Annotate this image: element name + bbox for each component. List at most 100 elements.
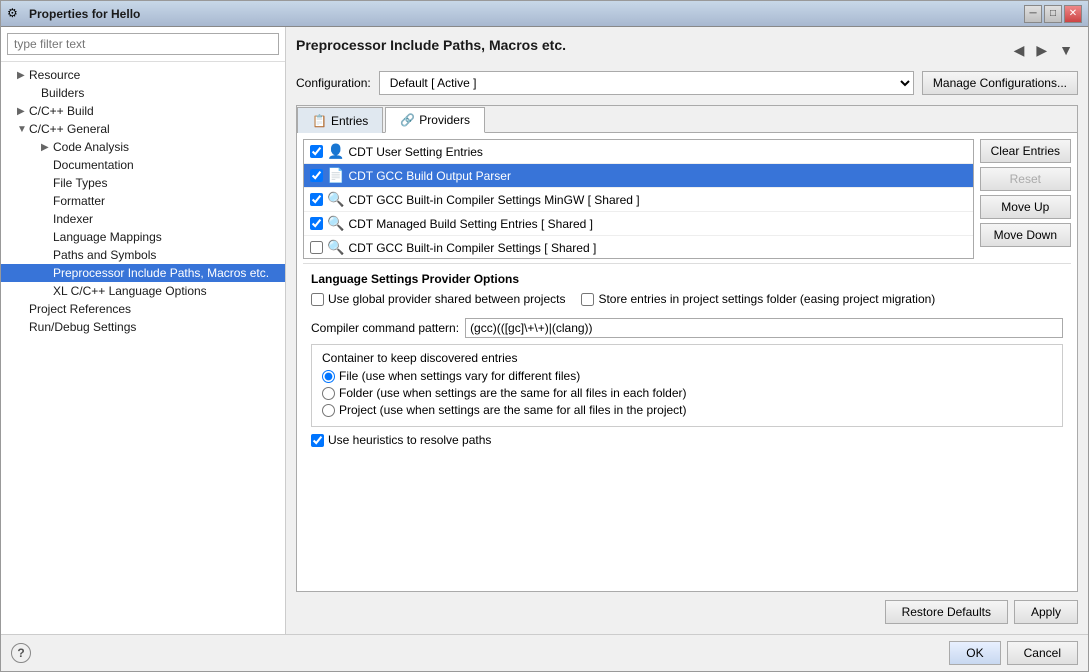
filter-input[interactable]	[7, 33, 279, 55]
move-up-button[interactable]: Move Up	[980, 195, 1071, 219]
config-select[interactable]: Default [ Active ]	[379, 71, 914, 95]
sidebar-item-file-types[interactable]: File Types	[1, 174, 285, 192]
heuristics-checkbox[interactable]	[311, 434, 324, 447]
sidebar-item-resource[interactable]: ▶ Resource	[1, 66, 285, 84]
sidebar-item-label: Project References	[29, 302, 131, 316]
sidebar-item-paths-symbols[interactable]: Paths and Symbols	[1, 246, 285, 264]
expand-arrow: ▶	[17, 70, 29, 81]
global-provider-row: Use global provider shared between proje…	[311, 292, 565, 306]
sidebar-item-label: Paths and Symbols	[53, 248, 156, 262]
radio-project[interactable]	[322, 404, 335, 417]
sidebar-item-run-debug[interactable]: Run/Debug Settings	[1, 318, 285, 336]
forward-button[interactable]: ▶	[1031, 39, 1052, 62]
provider-search-icon: 🔍	[327, 191, 344, 208]
sidebar-item-indexer[interactable]: Indexer	[1, 210, 285, 228]
tab-bar: 📋 Entries 🔗 Providers	[297, 106, 1077, 133]
sidebar-item-cpp-build[interactable]: ▶ C/C++ Build	[1, 102, 285, 120]
sidebar-item-label: Code Analysis	[53, 140, 129, 154]
provider-label: CDT GCC Built-in Compiler Settings [ Sha…	[348, 241, 596, 255]
tab-content: 👤 CDT User Setting Entries 📄 CDT GCC Bui…	[297, 133, 1077, 591]
provider-item-cdt-user[interactable]: 👤 CDT User Setting Entries	[304, 140, 973, 164]
expand-arrow: ▶	[17, 106, 29, 117]
window-title: Properties for Hello	[29, 7, 1024, 21]
sidebar-item-formatter[interactable]: Formatter	[1, 192, 285, 210]
radio-file-label: File (use when settings vary for differe…	[339, 369, 580, 383]
main-window: ⚙ Properties for Hello ─ □ ✕ ▶ Resource …	[0, 0, 1089, 672]
ok-button[interactable]: OK	[949, 641, 1000, 665]
sidebar-item-label: Formatter	[53, 194, 105, 208]
sidebar-item-project-references[interactable]: Project References	[1, 300, 285, 318]
provider-item-cdt-gcc-output[interactable]: 📄 CDT GCC Build Output Parser	[304, 164, 973, 188]
provider-checkbox[interactable]	[310, 193, 323, 206]
store-entries-label: Store entries in project settings folder…	[598, 292, 935, 306]
bottom-bar: ? OK Cancel	[1, 634, 1088, 671]
config-label: Configuration:	[296, 76, 371, 90]
provider-checkbox[interactable]	[310, 241, 323, 254]
radio-project-row: Project (use when settings are the same …	[322, 403, 1052, 417]
provider-label: CDT GCC Build Output Parser	[348, 169, 511, 183]
sidebar-item-label: Indexer	[53, 212, 93, 226]
bottom-left: ?	[11, 643, 31, 663]
options-area: Language Settings Provider Options Use g…	[303, 263, 1071, 459]
compiler-input[interactable]	[465, 318, 1063, 338]
sidebar-item-preprocessor[interactable]: Preprocessor Include Paths, Macros etc.	[1, 264, 285, 282]
providers-tab-icon: 🔗	[400, 113, 415, 127]
provider-checkbox[interactable]	[310, 145, 323, 158]
provider-checkbox[interactable]	[310, 169, 323, 182]
nav-dropdown-button[interactable]: ▼	[1054, 39, 1078, 61]
window-icon: ⚙	[7, 6, 23, 22]
sidebar-item-builders[interactable]: Builders	[1, 84, 285, 102]
help-button[interactable]: ?	[11, 643, 31, 663]
toolbar-icons: ◀ ▶ ▼	[1009, 39, 1078, 62]
sidebar-item-documentation[interactable]: Documentation	[1, 156, 285, 174]
expand-arrow: ▼	[17, 124, 29, 135]
radio-project-label: Project (use when settings are the same …	[339, 403, 687, 417]
radio-folder[interactable]	[322, 387, 335, 400]
sidebar-item-language-mappings[interactable]: Language Mappings	[1, 228, 285, 246]
sidebar-item-label: Language Mappings	[53, 230, 162, 244]
provider-item-cdt-managed[interactable]: 🔍 CDT Managed Build Setting Entries [ Sh…	[304, 212, 973, 236]
minimize-button[interactable]: ─	[1024, 5, 1042, 23]
close-button[interactable]: ✕	[1064, 5, 1082, 23]
tab-panel: 📋 Entries 🔗 Providers	[296, 105, 1078, 592]
reset-button[interactable]: Reset	[980, 167, 1071, 191]
provider-checkbox[interactable]	[310, 217, 323, 230]
sidebar-item-xl-cpp[interactable]: XL C/C++ Language Options	[1, 282, 285, 300]
clear-entries-button[interactable]: Clear Entries	[980, 139, 1071, 163]
provider-label: CDT Managed Build Setting Entries [ Shar…	[348, 217, 593, 231]
filter-box	[1, 27, 285, 62]
back-button[interactable]: ◀	[1009, 39, 1030, 62]
apply-button[interactable]: Apply	[1014, 600, 1078, 624]
heuristics-row: Use heuristics to resolve paths	[311, 433, 1063, 447]
title-bar: ⚙ Properties for Hello ─ □ ✕	[1, 1, 1088, 27]
expand-arrow: ▶	[41, 142, 53, 153]
tab-providers[interactable]: 🔗 Providers	[385, 107, 485, 133]
sidebar-item-cpp-general[interactable]: ▼ C/C++ General	[1, 120, 285, 138]
options-title: Language Settings Provider Options	[311, 272, 1063, 286]
manage-configurations-button[interactable]: Manage Configurations...	[922, 71, 1078, 95]
sidebar-item-label: XL C/C++ Language Options	[53, 284, 207, 298]
provider-item-cdt-gcc-mingw[interactable]: 🔍 CDT GCC Built-in Compiler Settings Min…	[304, 188, 973, 212]
cancel-button[interactable]: Cancel	[1007, 641, 1078, 665]
provider-search-icon: 🔍	[327, 239, 344, 256]
tree: ▶ Resource Builders ▶ C/C++ Build ▼ C/C+…	[1, 62, 285, 634]
maximize-button[interactable]: □	[1044, 5, 1062, 23]
compiler-label: Compiler command pattern:	[311, 321, 459, 335]
provider-search-icon: 🔍	[327, 215, 344, 232]
provider-item-cdt-gcc-builtin[interactable]: 🔍 CDT GCC Built-in Compiler Settings [ S…	[304, 236, 973, 258]
entries-tab-icon: 📋	[312, 114, 327, 128]
right-buttons: Clear Entries Reset Move Up Move Down	[974, 139, 1071, 259]
restore-defaults-button[interactable]: Restore Defaults	[885, 600, 1008, 624]
global-provider-label: Use global provider shared between proje…	[328, 292, 565, 306]
sidebar-item-code-analysis[interactable]: ▶ Code Analysis	[1, 138, 285, 156]
move-down-button[interactable]: Move Down	[980, 223, 1071, 247]
sidebar-item-label: Run/Debug Settings	[29, 320, 136, 334]
radio-file[interactable]	[322, 370, 335, 383]
providers-tab-label: Providers	[419, 113, 470, 127]
tab-entries[interactable]: 📋 Entries	[297, 107, 383, 133]
right-panel: Preprocessor Include Paths, Macros etc. …	[286, 27, 1088, 634]
sidebar-item-label: Builders	[41, 86, 84, 100]
radio-file-row: File (use when settings vary for differe…	[322, 369, 1052, 383]
global-provider-checkbox[interactable]	[311, 293, 324, 306]
store-entries-checkbox[interactable]	[581, 293, 594, 306]
